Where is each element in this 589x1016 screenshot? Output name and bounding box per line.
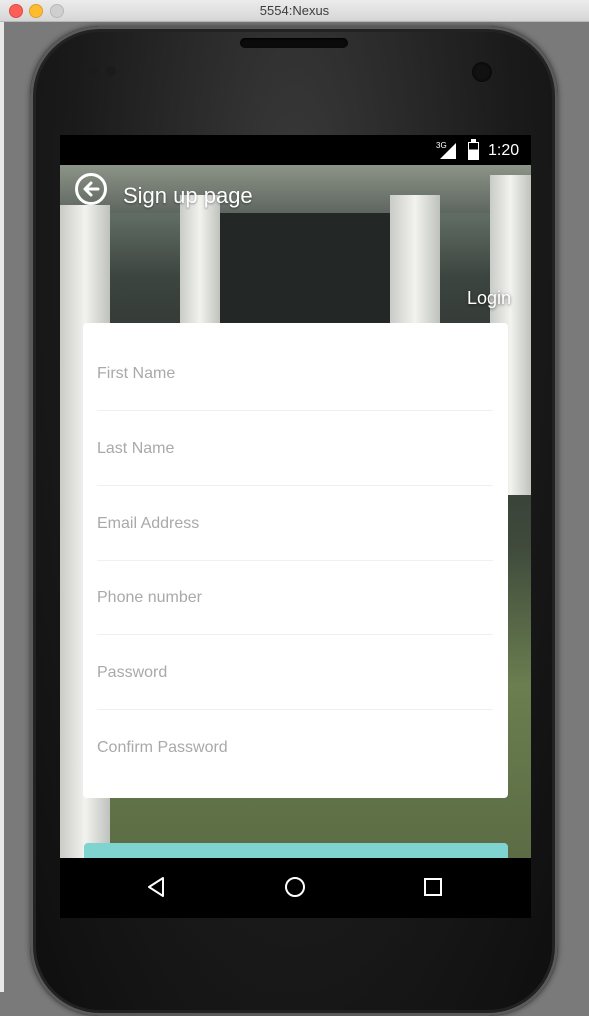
password-input[interactable] bbox=[97, 636, 493, 710]
confirm-password-field bbox=[97, 711, 493, 785]
back-arrow-circle-icon bbox=[83, 181, 100, 197]
last-name-input[interactable] bbox=[97, 412, 493, 486]
desktop-background bbox=[0, 22, 4, 992]
window-title: 5554:Nexus bbox=[259, 3, 330, 18]
proximity-sensor bbox=[88, 66, 98, 76]
home-circle-icon[interactable] bbox=[285, 877, 305, 897]
password-field bbox=[97, 636, 493, 710]
page-title: Sign up page bbox=[123, 183, 253, 208]
earpiece-speaker bbox=[240, 38, 348, 48]
recents-square-icon[interactable] bbox=[424, 878, 442, 896]
back-triangle-icon[interactable] bbox=[146, 876, 166, 898]
window-titlebar: 5554:Nexus bbox=[0, 0, 589, 22]
email-input[interactable] bbox=[97, 487, 493, 561]
signal-icon bbox=[440, 143, 456, 159]
phone-field bbox=[97, 561, 493, 635]
back-button[interactable] bbox=[75, 173, 107, 205]
confirm-password-input[interactable] bbox=[97, 711, 493, 785]
status-time: 1:20 bbox=[488, 142, 520, 159]
phone-input[interactable] bbox=[97, 561, 493, 635]
status-bar: 3G 1:20 bbox=[60, 135, 531, 165]
battery-icon bbox=[468, 139, 479, 160]
last-name-field bbox=[97, 412, 493, 486]
app-header: Sign up page bbox=[60, 165, 531, 225]
light-sensor bbox=[106, 66, 116, 76]
first-name-input[interactable] bbox=[97, 337, 493, 411]
signup-form-card bbox=[83, 323, 508, 798]
login-link[interactable]: Login bbox=[467, 288, 511, 309]
email-field bbox=[97, 487, 493, 561]
front-camera bbox=[472, 62, 492, 82]
device-screen: 3G 1:20 Sign up page Login bbox=[60, 135, 531, 918]
system-navigation-bar bbox=[60, 858, 531, 918]
signup-screen: Sign up page Login bbox=[60, 165, 531, 885]
first-name-field bbox=[97, 337, 493, 411]
